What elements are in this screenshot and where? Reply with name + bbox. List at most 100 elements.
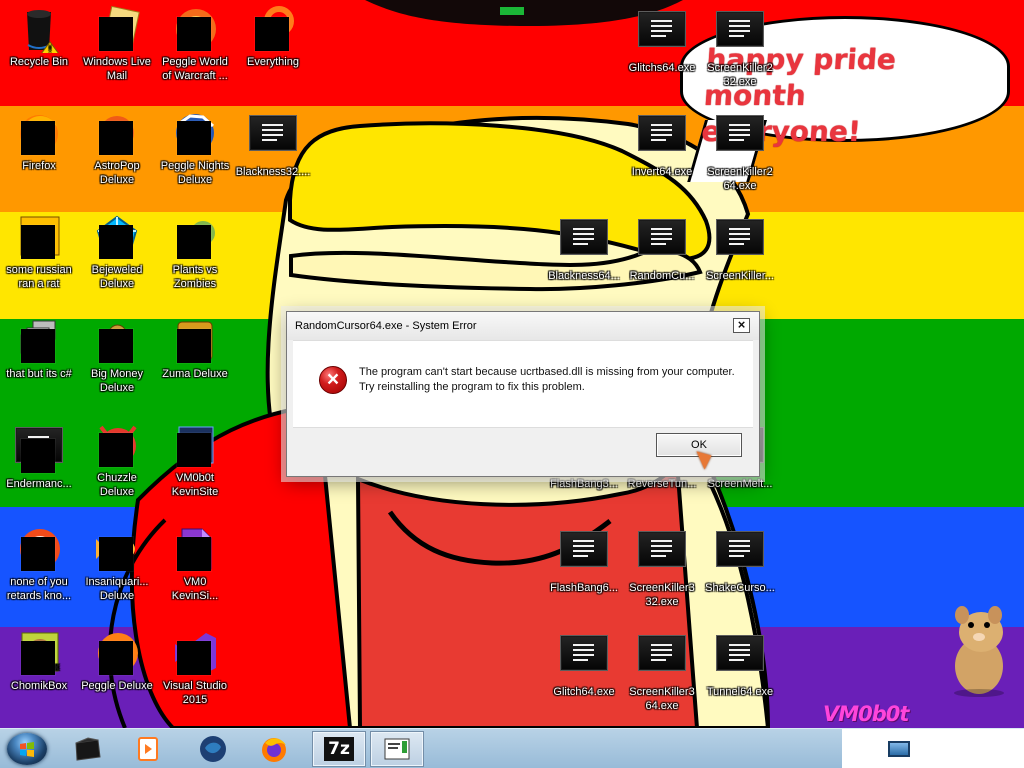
taskbar-globe-button[interactable]	[186, 731, 240, 767]
censor-box	[21, 225, 55, 259]
desktop-icon-glitchs64[interactable]: Glitchs64.exe	[624, 5, 700, 107]
desktop-icon-insaniquarium[interactable]: Insaniquari... Deluxe	[79, 525, 155, 627]
censor-box	[99, 641, 133, 675]
censor-box	[99, 537, 133, 571]
desktop-icon-peggle-deluxe[interactable]: Peggle Deluxe	[79, 629, 155, 728]
exe-icon	[716, 11, 764, 47]
desktop-icon-recycle-bin[interactable]: ! Recycle Bin	[1, 5, 77, 107]
desktop-icon-bejeweled[interactable]: Bejeweled Deluxe	[79, 213, 155, 315]
desktop-icon-endermanc[interactable]: Endermanc...	[1, 421, 77, 523]
desktop-icon-windows-live-mail[interactable]: Windows Live Mail	[79, 5, 155, 107]
dialog-body: × The program can't start because ucrtba…	[293, 340, 753, 428]
desktop-icon-label: Windows Live Mail	[83, 56, 151, 82]
desktop-icon-label: RandomCu...	[629, 270, 695, 282]
desktop-icon-label: Peggle Deluxe	[81, 680, 153, 692]
dialog-close-button[interactable]: ×	[733, 318, 750, 333]
desktop-icon-randomcu[interactable]: RandomCu...	[624, 213, 700, 315]
desktop-icon-label: that but its c#	[6, 368, 72, 380]
taskbar-7zip-button[interactable]: 7z	[312, 731, 366, 767]
desktop-icon-screenkiller2-64[interactable]: ScreenKiller2 64.exe	[702, 109, 778, 211]
desktop-icon-chuzzle[interactable]: Chuzzle Deluxe	[79, 421, 155, 523]
black-window-icon	[75, 737, 101, 761]
desktop-icon-screenkiller[interactable]: ScreenKiller...	[702, 213, 778, 315]
censor-box	[177, 17, 211, 51]
censor-box	[177, 329, 211, 363]
desktop-icon-tunnel64[interactable]: Tunnel64.exe	[702, 629, 778, 728]
desktop-icon-screenkiller2-32[interactable]: ScreenKiller2 32.exe	[702, 5, 778, 107]
desktop-icon-label: ScreenKiller3 64.exe	[629, 686, 695, 712]
exe-icon	[638, 531, 686, 567]
desktop-icon-blackness32[interactable]: Blackness32....	[235, 109, 311, 211]
exe-icon	[560, 219, 608, 255]
desktop-icon-label: ScreenKiller...	[706, 270, 774, 282]
desktop-icon-vm0b0t-kevinsite[interactable]: VM0b0t KevinSite	[157, 421, 233, 523]
error-icon: ×	[319, 366, 347, 394]
desktop-icon-screenkiller3-32[interactable]: ScreenKiller3 32.exe	[624, 525, 700, 627]
desktop-icon-astropop[interactable]: AstroPop Deluxe	[79, 109, 155, 211]
censor-box	[99, 17, 133, 51]
desktop-icon-label: Glitch64.exe	[553, 686, 615, 698]
desktop-icon-none-of-you[interactable]: none of you retards kno...	[1, 525, 77, 627]
exe-icon	[716, 635, 764, 671]
desktop-icon-label: Chuzzle Deluxe	[97, 472, 137, 498]
censor-box	[21, 329, 55, 363]
desktop-icon-label: Bejeweled Deluxe	[91, 264, 143, 290]
taskbar-black-window-button[interactable]	[60, 731, 114, 767]
monitor-icon[interactable]	[888, 741, 910, 757]
vm0b0t-logo: VM0b0t	[823, 702, 909, 726]
desktop-icon-peggle-nights[interactable]: Peggle Nights Deluxe	[157, 109, 233, 211]
svg-text:!: !	[48, 45, 52, 53]
desktop-icon-screenkiller3-64[interactable]: ScreenKiller3 64.exe	[624, 629, 700, 728]
exe-icon	[249, 115, 297, 151]
desktop-icon-label: Blackness32....	[235, 166, 311, 178]
desktop-icon-label: FlashBang6...	[550, 582, 618, 594]
desktop-icon-firefox[interactable]: Firefox	[1, 109, 77, 211]
desktop-icon-label: Recycle Bin	[9, 56, 69, 68]
recycle-bin-icon: !	[27, 10, 60, 55]
exe-icon	[638, 11, 686, 47]
desktop-icon-blackness64[interactable]: Blackness64...	[546, 213, 622, 315]
taskbar-firefox-button[interactable]	[247, 731, 301, 767]
desktop-icon-vm0-kevinsi[interactable]: VM0 KevinSi...	[157, 525, 233, 627]
desktop-icon-label: Endermanc...	[6, 478, 72, 490]
censor-box	[99, 225, 133, 259]
desktop-icon-label: Peggle Nights Deluxe	[160, 160, 230, 186]
censor-box	[177, 641, 211, 675]
desktop-icon-glitch64[interactable]: Glitch64.exe	[546, 629, 622, 728]
start-button[interactable]	[7, 733, 47, 765]
system-error-dialog: RandomCursor64.exe - System Error × × Th…	[286, 311, 760, 477]
7zip-label: 7z	[328, 739, 350, 759]
desktop-icon-label: Visual Studio 2015	[162, 680, 227, 706]
desktop-icon-label: Peggle World of Warcraft ...	[162, 56, 228, 82]
desktop-icon-that-but-its-cs[interactable]: that but its c#	[1, 317, 77, 419]
exe-icon	[716, 219, 764, 255]
desktop-icon-shakecurso[interactable]: ShakeCurso...	[702, 525, 778, 627]
desktop-icon-flashbang6[interactable]: FlashBang6...	[546, 525, 622, 627]
desktop-icon-label: AstroPop Deluxe	[94, 160, 140, 186]
taskbar-notes-window-button[interactable]	[370, 731, 424, 767]
desktop-icon-label: Firefox	[22, 160, 56, 172]
censor-box	[177, 225, 211, 259]
censor-box	[177, 121, 211, 155]
censor-box	[21, 641, 55, 675]
desktop-icon-some-russian[interactable]: e some russian ran a rat	[1, 213, 77, 315]
censor-box	[255, 17, 289, 51]
censor-box	[21, 121, 55, 155]
desktop-icon-label: VM0 KevinSi...	[171, 576, 219, 602]
desktop-icon-label: Everything	[247, 56, 299, 68]
7zip-icon: 7z	[324, 737, 354, 761]
desktop-icon-peggle-world-of-warcraft[interactable]: Peggle World of Warcraft ...	[157, 5, 233, 107]
desktop-icon-visual-studio[interactable]: Visual Studio 2015	[157, 629, 233, 728]
desktop-icon-invert64[interactable]: Invert64.exe	[624, 109, 700, 211]
desktop-icon-chomikbox[interactable]: ox ChomikBox	[1, 629, 77, 728]
desktop-icon-everything[interactable]: Everything	[235, 5, 311, 107]
desktop-icon-zuma[interactable]: Zuma Deluxe	[157, 317, 233, 419]
exe-icon	[638, 219, 686, 255]
desktop-icon-plants-vs-zombies[interactable]: Plants vs Zombies	[157, 213, 233, 315]
desktop-icon-big-money[interactable]: $ Big Money Deluxe	[79, 317, 155, 419]
globe-icon	[200, 736, 226, 762]
desktop-icon-label: ScreenKiller2 32.exe	[707, 62, 773, 88]
desktop-icon-label: Plants vs Zombies	[172, 264, 218, 290]
exe-icon	[560, 635, 608, 671]
taskbar-media-player-button[interactable]	[120, 731, 174, 767]
